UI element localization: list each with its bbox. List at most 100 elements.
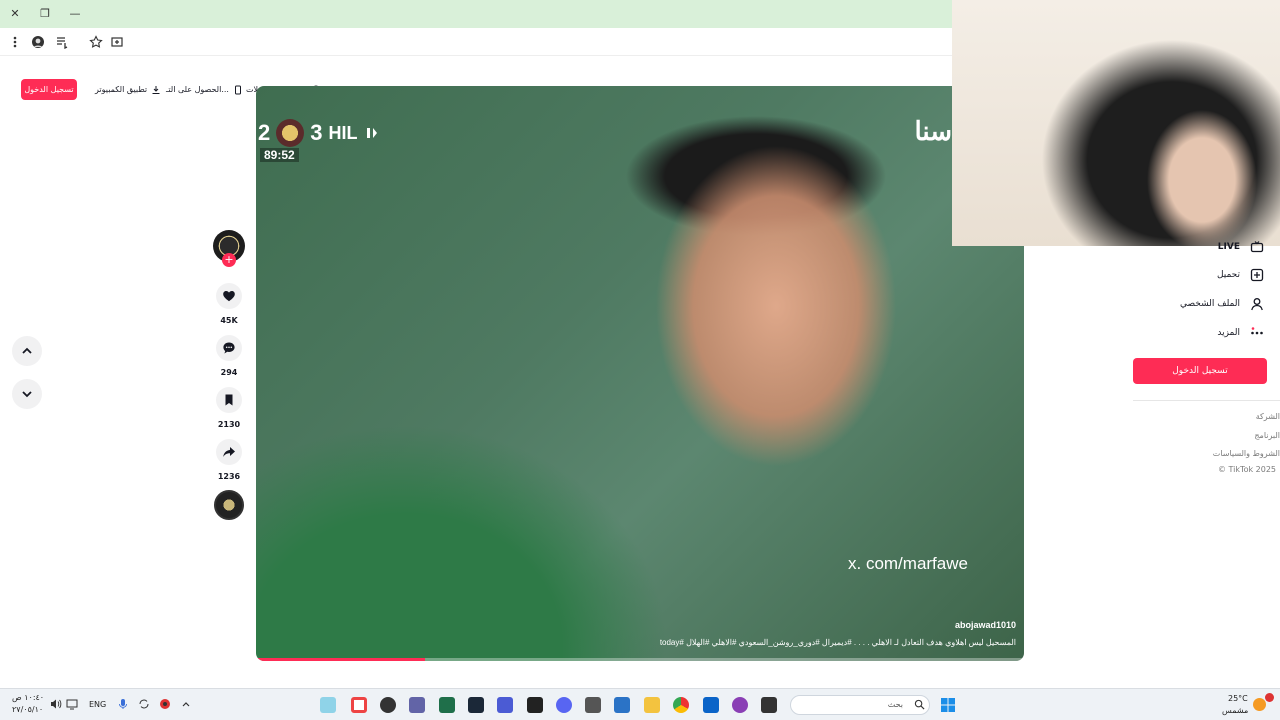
bookmark-star-icon[interactable] <box>87 33 105 51</box>
video-caption: المسحيل ليس اهلاوي هدف التعادل لـ الاهلي… <box>659 638 1016 647</box>
footer-copyright: © TikTok 2025 <box>1218 465 1276 474</box>
sync-icon[interactable] <box>138 698 150 710</box>
video-author[interactable]: abojawad1010 <box>955 620 1016 630</box>
comment-count: 294 <box>220 368 238 377</box>
get-app-label: الحصول على التـ... <box>166 85 229 94</box>
heart-icon <box>223 291 235 302</box>
sidebar-item-more[interactable]: المزيد <box>1217 324 1264 342</box>
outlook-icon[interactable] <box>703 697 719 713</box>
sidebar-item-upload[interactable]: تحميل <box>1217 266 1264 284</box>
taskbar-app-3-icon[interactable] <box>380 697 396 713</box>
bookmark-icon <box>225 394 233 406</box>
follow-button[interactable]: + <box>222 253 236 267</box>
taskbar-app-purple-icon[interactable] <box>732 697 748 713</box>
browser-toolbar <box>0 28 952 56</box>
excel-icon[interactable] <box>439 697 455 713</box>
score-left: 2 <box>258 120 271 145</box>
get-app-link[interactable]: الحصول على التـ... <box>166 84 243 96</box>
overlay-arabic-text: سنا <box>914 116 952 146</box>
footer-program-link[interactable]: البرنامج <box>1254 431 1280 440</box>
close-window-button[interactable]: ✕ <box>6 5 24 23</box>
footer-terms-link[interactable]: الشروط والسياسات <box>1213 449 1280 458</box>
desktop-app-label: تطبيق الكمبيوتر <box>95 85 148 94</box>
taskbar-app-dark-icon[interactable] <box>761 697 777 713</box>
restore-window-button[interactable]: ❐ <box>36 5 54 23</box>
sidebar-item-profile[interactable]: الملف الشخصي <box>1180 295 1264 313</box>
scoreboard: 2 3 HIL <box>258 118 380 148</box>
comment-button[interactable] <box>216 335 242 361</box>
music-disc-icon[interactable] <box>214 490 244 520</box>
headset-app-icon[interactable] <box>497 697 513 713</box>
microphone-icon[interactable] <box>117 698 129 710</box>
more-dots-icon <box>1251 327 1263 335</box>
store-icon[interactable] <box>614 697 630 713</box>
login-button-header[interactable]: تسجيل الدخول <box>21 79 77 100</box>
footer-company-link[interactable]: الشركة <box>1256 412 1280 421</box>
video-progress-fill <box>256 658 425 661</box>
discord-icon[interactable] <box>556 697 572 713</box>
video-progress-bar[interactable] <box>256 658 1024 661</box>
windows-start-icon[interactable] <box>940 697 956 713</box>
weather-sun-icon[interactable] <box>1253 698 1266 711</box>
live-tv-icon <box>1250 241 1264 253</box>
like-button[interactable] <box>216 283 242 309</box>
plus-square-icon <box>1250 268 1264 282</box>
windows-taskbar: ١٠:٤٠ ص ٢٧/٠٥/١٠ ENG بحث 25°C مشمس <box>0 688 1280 720</box>
tray-app-icon[interactable] <box>159 698 171 710</box>
sidebar-item-live[interactable]: LIVE <box>1218 238 1264 256</box>
video-player[interactable]: 2 3 HIL 89:52 سنا x. com/marfawe abojawa… <box>256 86 1024 661</box>
taskbar-app-2-icon[interactable] <box>351 697 367 713</box>
previous-video-button[interactable] <box>12 336 42 366</box>
chevron-up-icon <box>22 347 32 354</box>
notification-badge-icon <box>1265 693 1274 702</box>
minimize-window-button[interactable]: — <box>66 5 84 23</box>
share-count: 1236 <box>217 472 241 481</box>
browser-menu-icon[interactable] <box>6 33 24 51</box>
sidebar-live-label: LIVE <box>1217 242 1240 252</box>
sidebar-more-label: المزيد <box>1217 328 1240 338</box>
screen: ✕ ❐ — تسجيل الدخول تطبيق الكمبيوتر الحصو… <box>0 0 1280 720</box>
network-icon[interactable] <box>66 698 78 710</box>
team-logo-icon <box>366 128 377 138</box>
taskbar-date[interactable]: ٢٧/٠٥/١٠ <box>12 705 43 714</box>
file-explorer-icon[interactable] <box>644 697 660 713</box>
reading-list-icon[interactable] <box>53 33 71 51</box>
comment-icon <box>223 342 235 354</box>
search-icon <box>914 699 925 710</box>
steam-icon[interactable] <box>468 697 484 713</box>
score-right: 3 <box>310 120 323 145</box>
chrome-icon[interactable] <box>673 697 689 713</box>
sidebar-divider <box>1133 400 1280 401</box>
login-button-sidebar[interactable]: تسجيل الدخول <box>1133 358 1267 384</box>
match-clock: 89:52 <box>260 148 299 162</box>
bookmark-count: 2130 <box>217 420 241 429</box>
taskbar-app-1-icon[interactable] <box>320 697 336 713</box>
input-language[interactable]: ENG <box>89 700 106 709</box>
teams-icon[interactable] <box>409 697 425 713</box>
install-app-icon[interactable] <box>108 33 126 51</box>
next-video-button[interactable] <box>12 379 42 409</box>
phone-icon <box>234 85 241 95</box>
taskbar-time[interactable]: ١٠:٤٠ ص <box>12 693 44 702</box>
like-count: 45K <box>220 316 238 325</box>
sidebar-upload-label: تحميل <box>1216 270 1240 280</box>
epic-games-icon[interactable] <box>527 697 543 713</box>
download-desktop-app-link[interactable]: تطبيق الكمبيوتر <box>95 84 161 96</box>
sidebar-profile-label: الملف الشخصي <box>1180 299 1240 309</box>
weather-temperature[interactable]: 25°C <box>1228 694 1248 703</box>
share-button[interactable] <box>216 439 242 465</box>
taskbar-search-placeholder: بحث <box>887 700 903 709</box>
person-icon <box>1251 298 1263 311</box>
weather-description[interactable]: مشمس <box>1222 706 1248 715</box>
chevron-down-icon <box>22 391 32 398</box>
speaker-icon[interactable] <box>50 698 62 710</box>
bookmark-button[interactable] <box>216 387 242 413</box>
webcam-overlay <box>952 0 1280 246</box>
video-watermark: x. com/marfawe <box>848 554 968 573</box>
taskbar-search-input[interactable]: بحث <box>790 695 930 715</box>
team-crest-icon <box>276 119 305 147</box>
share-arrow-icon <box>223 447 235 457</box>
profile-avatar-icon[interactable] <box>29 33 47 51</box>
taskbar-app-cube-icon[interactable] <box>585 697 601 713</box>
show-hidden-icons-icon[interactable] <box>180 698 192 710</box>
